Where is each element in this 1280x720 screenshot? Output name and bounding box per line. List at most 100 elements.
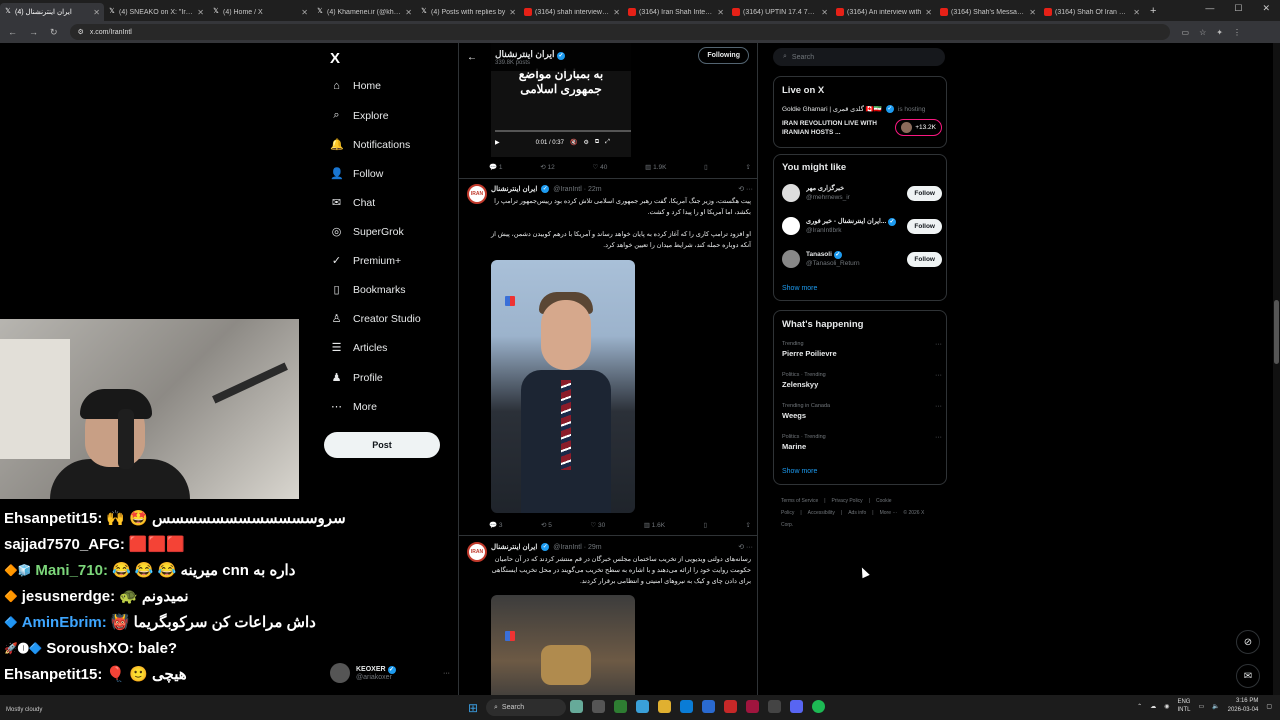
browser-tab[interactable]: (3164) An interview with ✕ [832, 3, 936, 21]
more-dots-icon[interactable]: ··· [935, 434, 942, 441]
browser-tab[interactable]: (3164) Iran Shah Interview ✕ [624, 3, 728, 21]
browser-tab[interactable]: (3164) UPTIN 17.4 78 PH ✕ [728, 3, 832, 21]
more-dots-icon[interactable]: ⟲ ··· [738, 543, 753, 551]
nav-item-bookmarks[interactable]: ▯ Bookmarks [330, 283, 405, 297]
tweet-image[interactable] [491, 260, 635, 513]
views-button[interactable]: ▥ 1.6K [644, 521, 665, 529]
trend-item[interactable]: Trending Pierre Poilievre ··· [782, 341, 942, 358]
repost-button[interactable]: ⟲ 12 [540, 163, 555, 171]
more-dots-icon[interactable]: ··· [443, 670, 450, 677]
volume-icon[interactable]: 🔈 [1212, 703, 1219, 710]
share-button[interactable]: ⇪ [745, 163, 750, 171]
scrollbar[interactable] [1273, 43, 1280, 695]
back-arrow-icon[interactable]: ← [467, 52, 487, 63]
nav-item-more[interactable]: ⋯ More [330, 400, 377, 414]
more-dots-icon[interactable]: ··· [935, 341, 942, 348]
tweet-image[interactable] [491, 595, 635, 695]
messages-icon[interactable]: ✉ [1236, 664, 1260, 688]
nav-item-supergrok[interactable]: ◎ SuperGrok [330, 225, 404, 239]
close-tab-icon[interactable]: ✕ [613, 8, 620, 17]
avatar[interactable]: IRAN [467, 184, 487, 204]
more-dots-icon[interactable]: ··· [935, 372, 942, 379]
app-icon[interactable] [724, 700, 737, 713]
browser-tab[interactable]: (3164) Shah Of Iran Critic ✕ [1040, 3, 1144, 21]
reply-button[interactable]: 💬 3 [489, 521, 503, 529]
app-icon[interactable] [636, 700, 649, 713]
site-info-icon[interactable]: ⚙ [78, 28, 84, 36]
task-view-icon[interactable] [592, 700, 605, 713]
views-button[interactable]: ▥ 1.9K [645, 163, 666, 171]
follow-button[interactable]: Follow [907, 251, 942, 267]
cloud-icon[interactable]: ☁ [1150, 703, 1156, 710]
clock[interactable]: 3:16 PM 2026-03-04 [1228, 697, 1259, 715]
more-dots-icon[interactable]: ··· [935, 403, 942, 410]
reload-icon[interactable]: ↻ [50, 27, 58, 38]
back-icon[interactable]: ← [8, 27, 17, 37]
close-tab-icon[interactable]: ✕ [1133, 8, 1140, 17]
follow-button[interactable]: Follow [907, 185, 942, 201]
app-tray-icon[interactable]: ◉ [1164, 703, 1169, 710]
file-explorer-icon[interactable] [658, 700, 671, 713]
live-item[interactable]: Goldie Ghamari | گلدی قمری 🇨🇦🇮🇷 ✓ is hos… [782, 105, 942, 137]
browser-tab[interactable]: 𝕏 (4) Home / X ✕ [208, 3, 312, 21]
close-tab-icon[interactable]: ✕ [1029, 8, 1036, 17]
suggested-account[interactable]: ایران اینترنشنال - خبر فوری... ✓ @IranInt… [782, 214, 942, 238]
app-icon[interactable] [746, 700, 759, 713]
pip-icon[interactable]: ⧉ [595, 139, 599, 146]
minimize-icon[interactable]: — [1205, 3, 1214, 14]
windows-start-icon[interactable]: ⊞ [468, 701, 478, 715]
browser-tab[interactable]: 𝕏 (4) SNEAKO on X: "Iranian✕ [104, 3, 208, 21]
url-field[interactable]: ⚙ x.com/IranIntl [69, 24, 1170, 40]
more-dots-icon[interactable]: ⟲ ··· [738, 185, 753, 193]
weather-widget[interactable]: Mostly cloudy [6, 697, 42, 715]
browser-tab[interactable]: 𝕏 (4) Khamenei.ir (@khamen✕ [312, 3, 416, 21]
close-tab-icon[interactable]: ✕ [925, 8, 932, 17]
nav-item-follow[interactable]: 👤 Follow [330, 167, 383, 181]
play-icon[interactable]: ▶ [495, 139, 500, 146]
footer-link[interactable]: Terms of Service [781, 498, 818, 504]
footer-link[interactable]: Ads info [848, 510, 866, 516]
widgets-icon[interactable] [570, 700, 583, 713]
close-tab-icon[interactable]: ✕ [197, 8, 204, 17]
app-icon[interactable] [768, 700, 781, 713]
tweet-author[interactable]: ایران اینترنشنال [491, 185, 537, 193]
network-icon[interactable]: ▭ [1198, 703, 1204, 710]
account-switcher[interactable]: KEOXER ✓ @ariakoxer ··· [330, 663, 450, 683]
suggested-account[interactable]: خبرگزاری مهر @mehrnews_ir Follow [782, 181, 942, 205]
nav-item-explore[interactable]: ⌕ Explore [330, 109, 388, 122]
repost-button[interactable]: ⟲ 5 [541, 521, 552, 529]
forward-icon[interactable]: → [29, 27, 38, 37]
following-button[interactable]: Following [698, 47, 749, 64]
trend-item[interactable]: Politics · Trending Zelenskyy ··· [782, 372, 942, 389]
close-tab-icon[interactable]: ✕ [301, 8, 308, 17]
scrollbar-thumb[interactable] [1274, 300, 1279, 364]
like-button[interactable]: ♡ 40 [593, 163, 608, 171]
suggested-account[interactable]: Tanasoli ✓ @Tanasoli_Return Follow [782, 247, 942, 271]
close-tab-icon[interactable]: ✕ [405, 8, 412, 17]
trend-item[interactable]: Trending in Canada Weegs ··· [782, 403, 942, 420]
settings-icon[interactable]: ⚙ [583, 139, 588, 146]
footer-link[interactable]: Accessibility [808, 510, 835, 516]
follow-button[interactable]: Follow [907, 218, 942, 234]
nav-item-profile[interactable]: ♟ Profile [330, 371, 383, 385]
maximize-icon[interactable]: ☐ [1234, 3, 1242, 14]
browser-tab[interactable]: 𝕏 (4) ایران اینترنشنال ✕ [0, 3, 104, 21]
nav-item-articles[interactable]: ☰ Articles [330, 341, 388, 355]
close-tab-icon[interactable]: ✕ [509, 8, 516, 17]
nav-item-chat[interactable]: ✉ Chat [330, 196, 375, 210]
nav-item-premium[interactable]: ✓ Premium+ [330, 254, 401, 268]
store-icon[interactable] [702, 700, 715, 713]
new-tab-icon[interactable]: + [1150, 5, 1156, 17]
tweet-author[interactable]: ایران اینترنشنال [491, 543, 537, 551]
reply-button[interactable]: 💬 1 [489, 163, 503, 171]
nav-item-creator-studio[interactable]: ♙ Creator Studio [330, 312, 421, 326]
bookmark-button[interactable]: ▯ [704, 521, 708, 529]
spotify-icon[interactable] [812, 700, 825, 713]
grok-icon[interactable]: ⊘ [1236, 630, 1260, 654]
taskbar-search[interactable]: ⌕ Search [486, 699, 566, 716]
x-logo[interactable]: X [330, 50, 340, 67]
avatar[interactable]: IRAN [467, 542, 487, 562]
browser-tab[interactable]: (3164) Shah's Message to ✕ [936, 3, 1040, 21]
extension-icon[interactable]: ✦ [1216, 28, 1223, 37]
chrome-icon[interactable] [614, 700, 627, 713]
